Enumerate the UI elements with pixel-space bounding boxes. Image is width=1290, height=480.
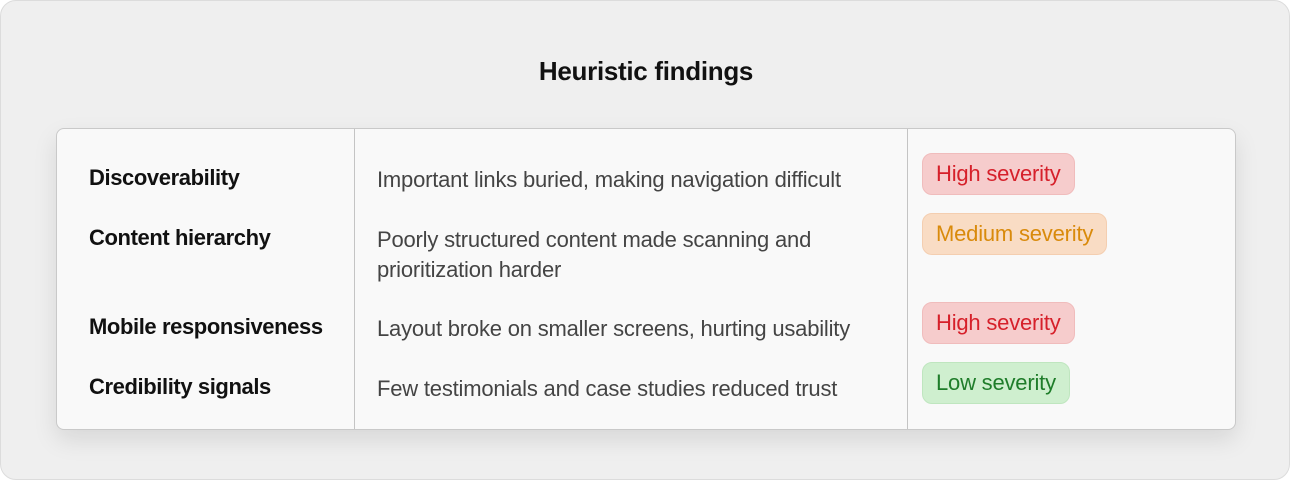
finding-description: Layout broke on smaller screens, hurting… <box>377 316 851 341</box>
severity-badge: Medium severity <box>922 213 1108 255</box>
finding-description: Important links buried, making navigatio… <box>377 167 841 192</box>
findings-panel: Heuristic findings Discoverability Impor… <box>0 0 1290 480</box>
findings-table: Discoverability Important links buried, … <box>56 128 1236 430</box>
finding-description: Few testimonials and case studies reduce… <box>377 376 838 401</box>
severity-badge: High severity <box>922 302 1075 344</box>
finding-category: Discoverability <box>89 165 240 190</box>
page-title: Heuristic findings <box>538 56 754 86</box>
finding-category: Content hierarchy <box>89 225 271 250</box>
finding-description: Poorly structured content made scanning … <box>377 227 812 282</box>
column-divider <box>907 129 908 429</box>
column-divider <box>354 129 355 429</box>
finding-category: Credibility signals <box>89 374 271 399</box>
severity-badge: High severity <box>922 153 1075 195</box>
severity-badge: Low severity <box>922 362 1070 404</box>
finding-category: Mobile responsiveness <box>89 314 323 339</box>
